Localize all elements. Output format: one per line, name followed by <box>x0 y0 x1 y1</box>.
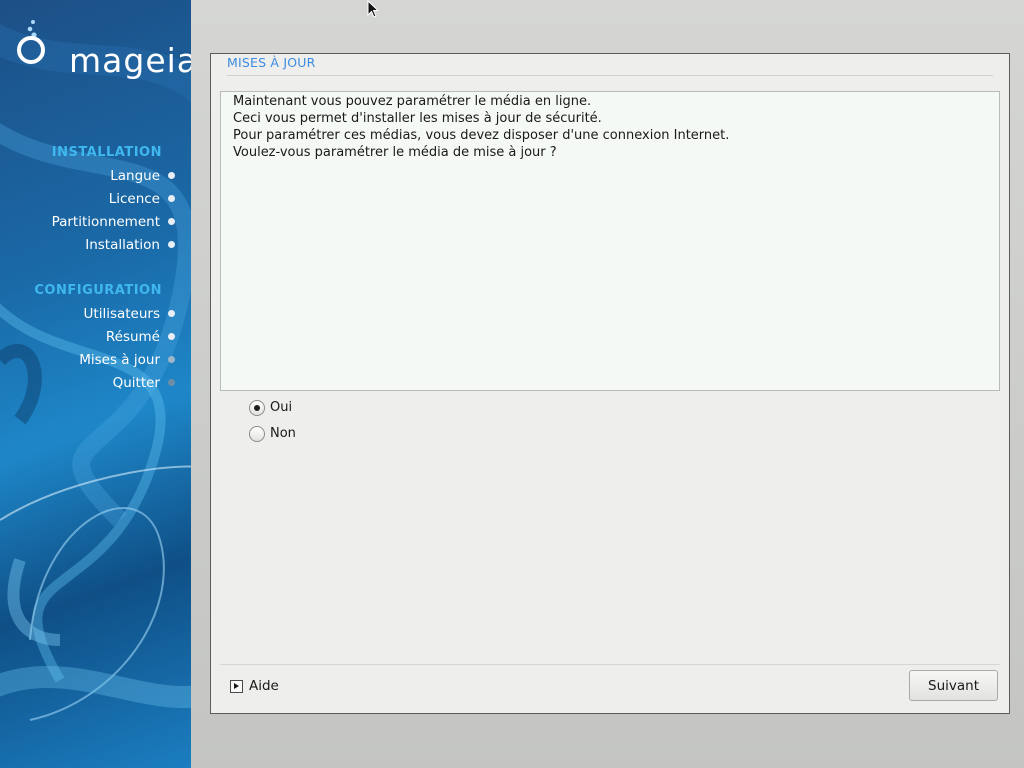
help-expander[interactable]: Aide <box>230 676 279 696</box>
nav-item-resume: Résumé <box>106 327 175 347</box>
radio-checked-icon[interactable] <box>249 400 265 416</box>
expand-arrow-icon[interactable] <box>230 679 243 693</box>
mageia-cauldron-icon <box>17 20 45 64</box>
help-label[interactable]: Aide <box>249 678 279 694</box>
message-line: Pour paramétrer ces médias, vous devez d… <box>233 128 730 143</box>
title-divider <box>227 75 993 76</box>
brand-name: mageia <box>69 41 191 80</box>
nav-item-label: Mises à jour <box>79 352 160 368</box>
nav-item-licence: Licence <box>109 189 175 209</box>
status-dot-icon <box>168 171 175 179</box>
radio-label[interactable]: Non <box>270 424 296 444</box>
message-line: Voulez-vous paramétrer le média de mise … <box>233 145 557 160</box>
message-line: Ceci vous permet d'installer les mises à… <box>233 111 602 126</box>
nav-item-label: Utilisateurs <box>83 306 160 322</box>
nav-item-label: Résumé <box>105 329 160 345</box>
nav-section-configuration: CONFIGURATION <box>34 283 162 298</box>
nav-item-mises-a-jour: Mises à jour <box>79 350 175 370</box>
nav-item-label: Langue <box>110 168 160 184</box>
status-dot-icon <box>168 378 175 386</box>
nav-item-label: Partitionnement <box>51 214 160 230</box>
status-dot-icon <box>168 194 175 202</box>
dialog-title: MISES À JOUR <box>227 55 316 70</box>
message-textbox[interactable]: Maintenant vous pouvez paramétrer le méd… <box>220 91 1000 391</box>
status-dot-icon <box>168 332 175 340</box>
nav-item-partitionnement: Partitionnement <box>52 212 175 232</box>
nav-item-installation: Installation <box>85 235 175 255</box>
nav-item-utilisateurs: Utilisateurs <box>84 304 175 324</box>
footer-divider <box>220 664 1000 665</box>
radio-label[interactable]: Oui <box>270 398 292 418</box>
next-button[interactable]: Suivant <box>909 670 998 701</box>
status-dot-icon <box>168 217 175 225</box>
nav-item-label: Installation <box>85 237 160 253</box>
status-dot-icon <box>168 355 175 363</box>
nav-item-label: Licence <box>108 191 160 207</box>
nav-section-installation: INSTALLATION <box>51 145 162 160</box>
radio-non[interactable]: Non <box>249 424 296 444</box>
message-line: Maintenant vous pouvez paramétrer le méd… <box>233 94 592 109</box>
mageia-logo: mageia <box>14 16 191 77</box>
mouse-cursor-icon <box>367 0 380 18</box>
nav-item-quitter: Quitter <box>113 373 175 393</box>
nav-item-langue: Langue <box>110 166 175 186</box>
status-dot-icon <box>168 240 175 248</box>
status-dot-icon <box>168 309 175 317</box>
radio-unchecked-icon[interactable] <box>249 426 265 442</box>
updates-dialog: MISES À JOUR Maintenant vous pouvez para… <box>210 53 1010 714</box>
sidebar: mageia INSTALLATION Langue Licence Parti… <box>0 0 191 768</box>
radio-oui[interactable]: Oui <box>249 398 292 418</box>
nav-item-label: Quitter <box>112 375 160 391</box>
